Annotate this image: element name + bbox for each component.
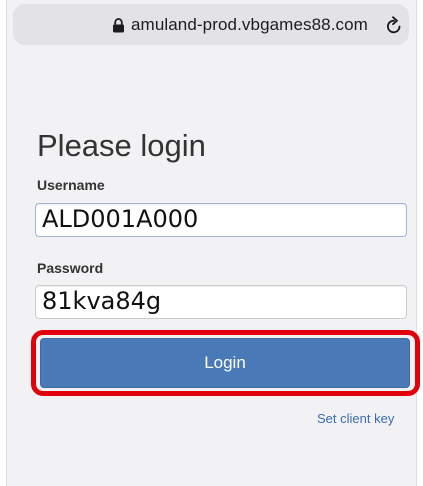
- password-label: Password: [37, 260, 104, 276]
- password-field[interactable]: 81kva84g: [35, 285, 407, 319]
- reload-icon[interactable]: [385, 16, 403, 36]
- password-value: 81kva84g: [42, 287, 162, 315]
- page-title: Please login: [37, 128, 206, 163]
- set-client-key-link[interactable]: Set client key: [317, 411, 394, 426]
- browser-viewport: amuland-prod.vbgames88.com Please login …: [6, 0, 420, 486]
- address-bar[interactable]: amuland-prod.vbgames88.com: [13, 4, 409, 45]
- username-label: Username: [37, 177, 105, 193]
- username-field[interactable]: ALD001A000: [35, 203, 407, 237]
- username-value: ALD001A000: [42, 205, 199, 233]
- lock-icon: [113, 18, 124, 33]
- login-button[interactable]: Login: [40, 338, 410, 388]
- url-text[interactable]: amuland-prod.vbgames88.com: [131, 15, 368, 35]
